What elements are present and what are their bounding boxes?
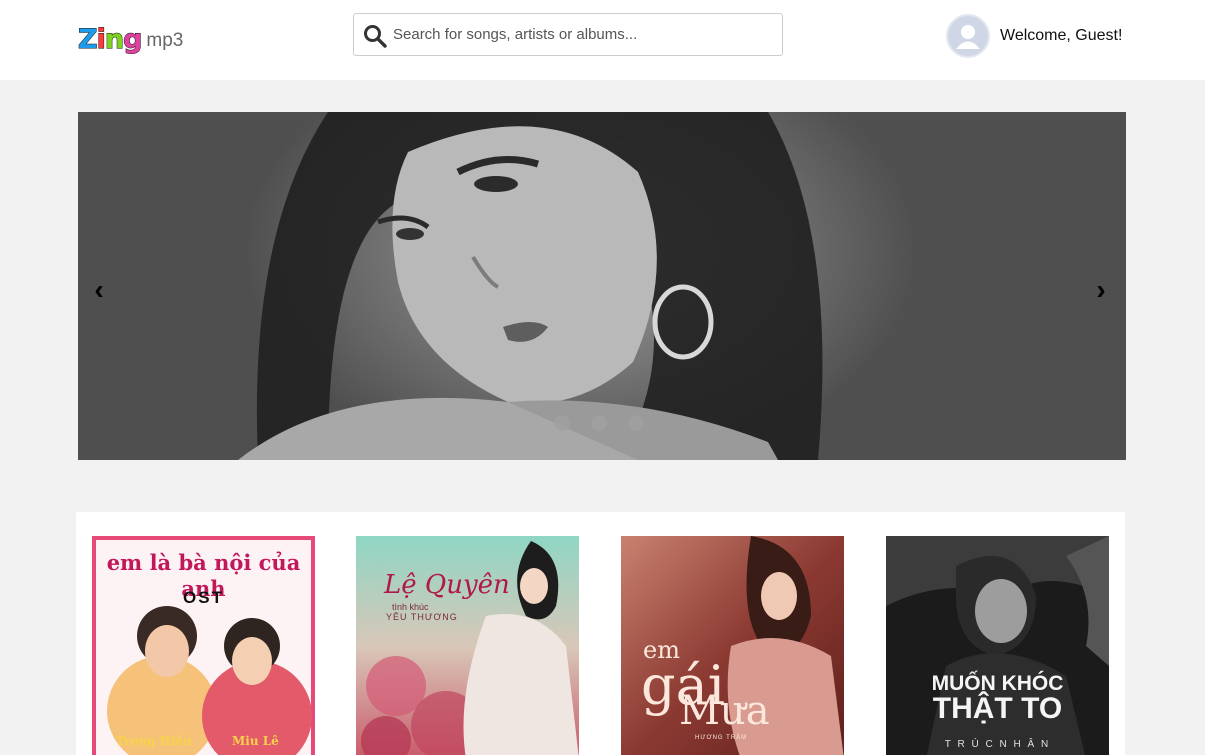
album-grid: em là bà nội của anh OST Trọng Hiếu Miu … — [76, 512, 1125, 755]
search-input[interactable] — [393, 15, 773, 54]
slider-dots — [554, 415, 644, 431]
album-title: THẬT TO — [932, 692, 1063, 725]
album-cover — [356, 536, 579, 755]
album-artist: Miu Lê — [232, 734, 279, 748]
search-box — [353, 13, 783, 56]
user-area[interactable]: Welcome, Guest! — [946, 14, 1122, 58]
search-icon[interactable] — [363, 24, 387, 48]
hero-slider: ‹ › — [78, 112, 1126, 460]
slider-dot[interactable] — [554, 415, 570, 431]
slider-next-button[interactable]: › — [1086, 272, 1116, 308]
album-artist: Trọng Hiếu — [116, 734, 192, 748]
album-artist: T R Ú C N H Â N — [944, 739, 1051, 750]
album-card[interactable]: Lệ Quyên tình khúc YÊU THƯƠNG — [356, 536, 579, 755]
slider-dot[interactable] — [628, 415, 644, 431]
album-card[interactable]: em là bà nội của anh OST Trọng Hiếu Miu … — [92, 536, 315, 755]
slide-image — [238, 112, 823, 460]
slider-dot[interactable] — [591, 415, 607, 431]
album-card[interactable]: em gái Mưa HƯƠNG TRÀM — [621, 536, 844, 755]
welcome-text: Welcome, Guest! — [1000, 27, 1123, 44]
avatar[interactable] — [946, 14, 990, 58]
album-subtitle: tình khúc — [392, 602, 429, 612]
album-subtitle: YÊU THƯƠNG — [386, 612, 458, 622]
logo-zing-text: Zing — [78, 24, 143, 56]
album-title: Lệ Quyên — [384, 570, 510, 600]
user-placeholder-icon — [956, 25, 980, 49]
header: Zing mp3 Welcome, Guest! — [0, 0, 1205, 80]
album-artist: HƯƠNG TRÀM — [695, 735, 748, 741]
logo-mp3-text: mp3 — [146, 30, 184, 51]
zing-mp3-logo[interactable]: Zing mp3 — [78, 20, 184, 56]
album-title: Mưa — [679, 688, 770, 734]
album-subtitle: OST — [183, 588, 224, 607]
slider-prev-button[interactable]: ‹ — [84, 272, 114, 308]
album-card[interactable]: MUỐN KHÓC THẬT TO T R Ú C N H Â N — [886, 536, 1109, 755]
